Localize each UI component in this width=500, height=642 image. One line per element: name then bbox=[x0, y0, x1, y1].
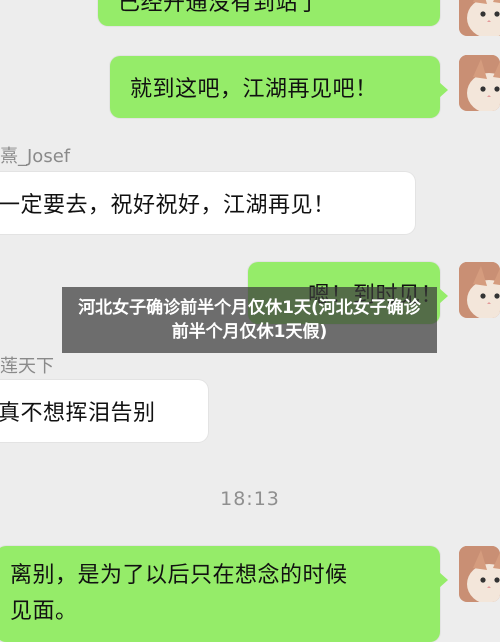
message-text: 已经开通没有到站了 bbox=[118, 0, 321, 16]
cat-icon bbox=[459, 0, 500, 36]
message-bubble-incoming[interactable]: 真不想挥泪告别 bbox=[0, 380, 208, 442]
avatar[interactable] bbox=[459, 0, 500, 36]
cat-icon bbox=[459, 546, 500, 602]
avatar[interactable] bbox=[459, 55, 500, 111]
headline-overlay: 河北女子确诊前半个月仅休1天(河北女子确诊前半个月仅休1天假) bbox=[62, 287, 437, 353]
sender-name: 熹_Josef bbox=[0, 146, 71, 167]
timestamp: 18:13 bbox=[220, 488, 280, 510]
avatar[interactable] bbox=[459, 262, 500, 318]
cat-icon bbox=[459, 55, 500, 111]
sender-name: 莲天下 bbox=[0, 356, 54, 377]
cat-icon bbox=[459, 262, 500, 318]
message-text-line: 见面。 bbox=[10, 599, 78, 624]
message-text: 就到这吧，江湖再见吧！ bbox=[130, 77, 378, 102]
message-bubble-outgoing[interactable]: 离别，是为了以后只在想念的时候 见面。 bbox=[0, 546, 448, 642]
message-bubble-outgoing[interactable]: 就到这吧，江湖再见吧！ bbox=[110, 56, 448, 118]
message-text: 真不想挥泪告别 bbox=[0, 401, 156, 426]
message-text: 一定要去，祝好祝好，江湖再见！ bbox=[0, 193, 336, 218]
message-text-line: 离别，是为了以后只在想念的时候 bbox=[10, 563, 348, 588]
message-bubble-outgoing[interactable]: 已经开通没有到站了 bbox=[98, 0, 440, 26]
headline-text: 河北女子确诊前半个月仅休1天(河北女子确诊前半个月仅休1天假) bbox=[78, 298, 421, 342]
avatar[interactable] bbox=[459, 546, 500, 602]
chat-window: 已经开通没有到站了 就到这吧，江湖再见吧！ 熹_Josef 一定要去，祝好祝好，… bbox=[0, 0, 500, 642]
message-bubble-incoming[interactable]: 一定要去，祝好祝好，江湖再见！ bbox=[0, 172, 415, 234]
